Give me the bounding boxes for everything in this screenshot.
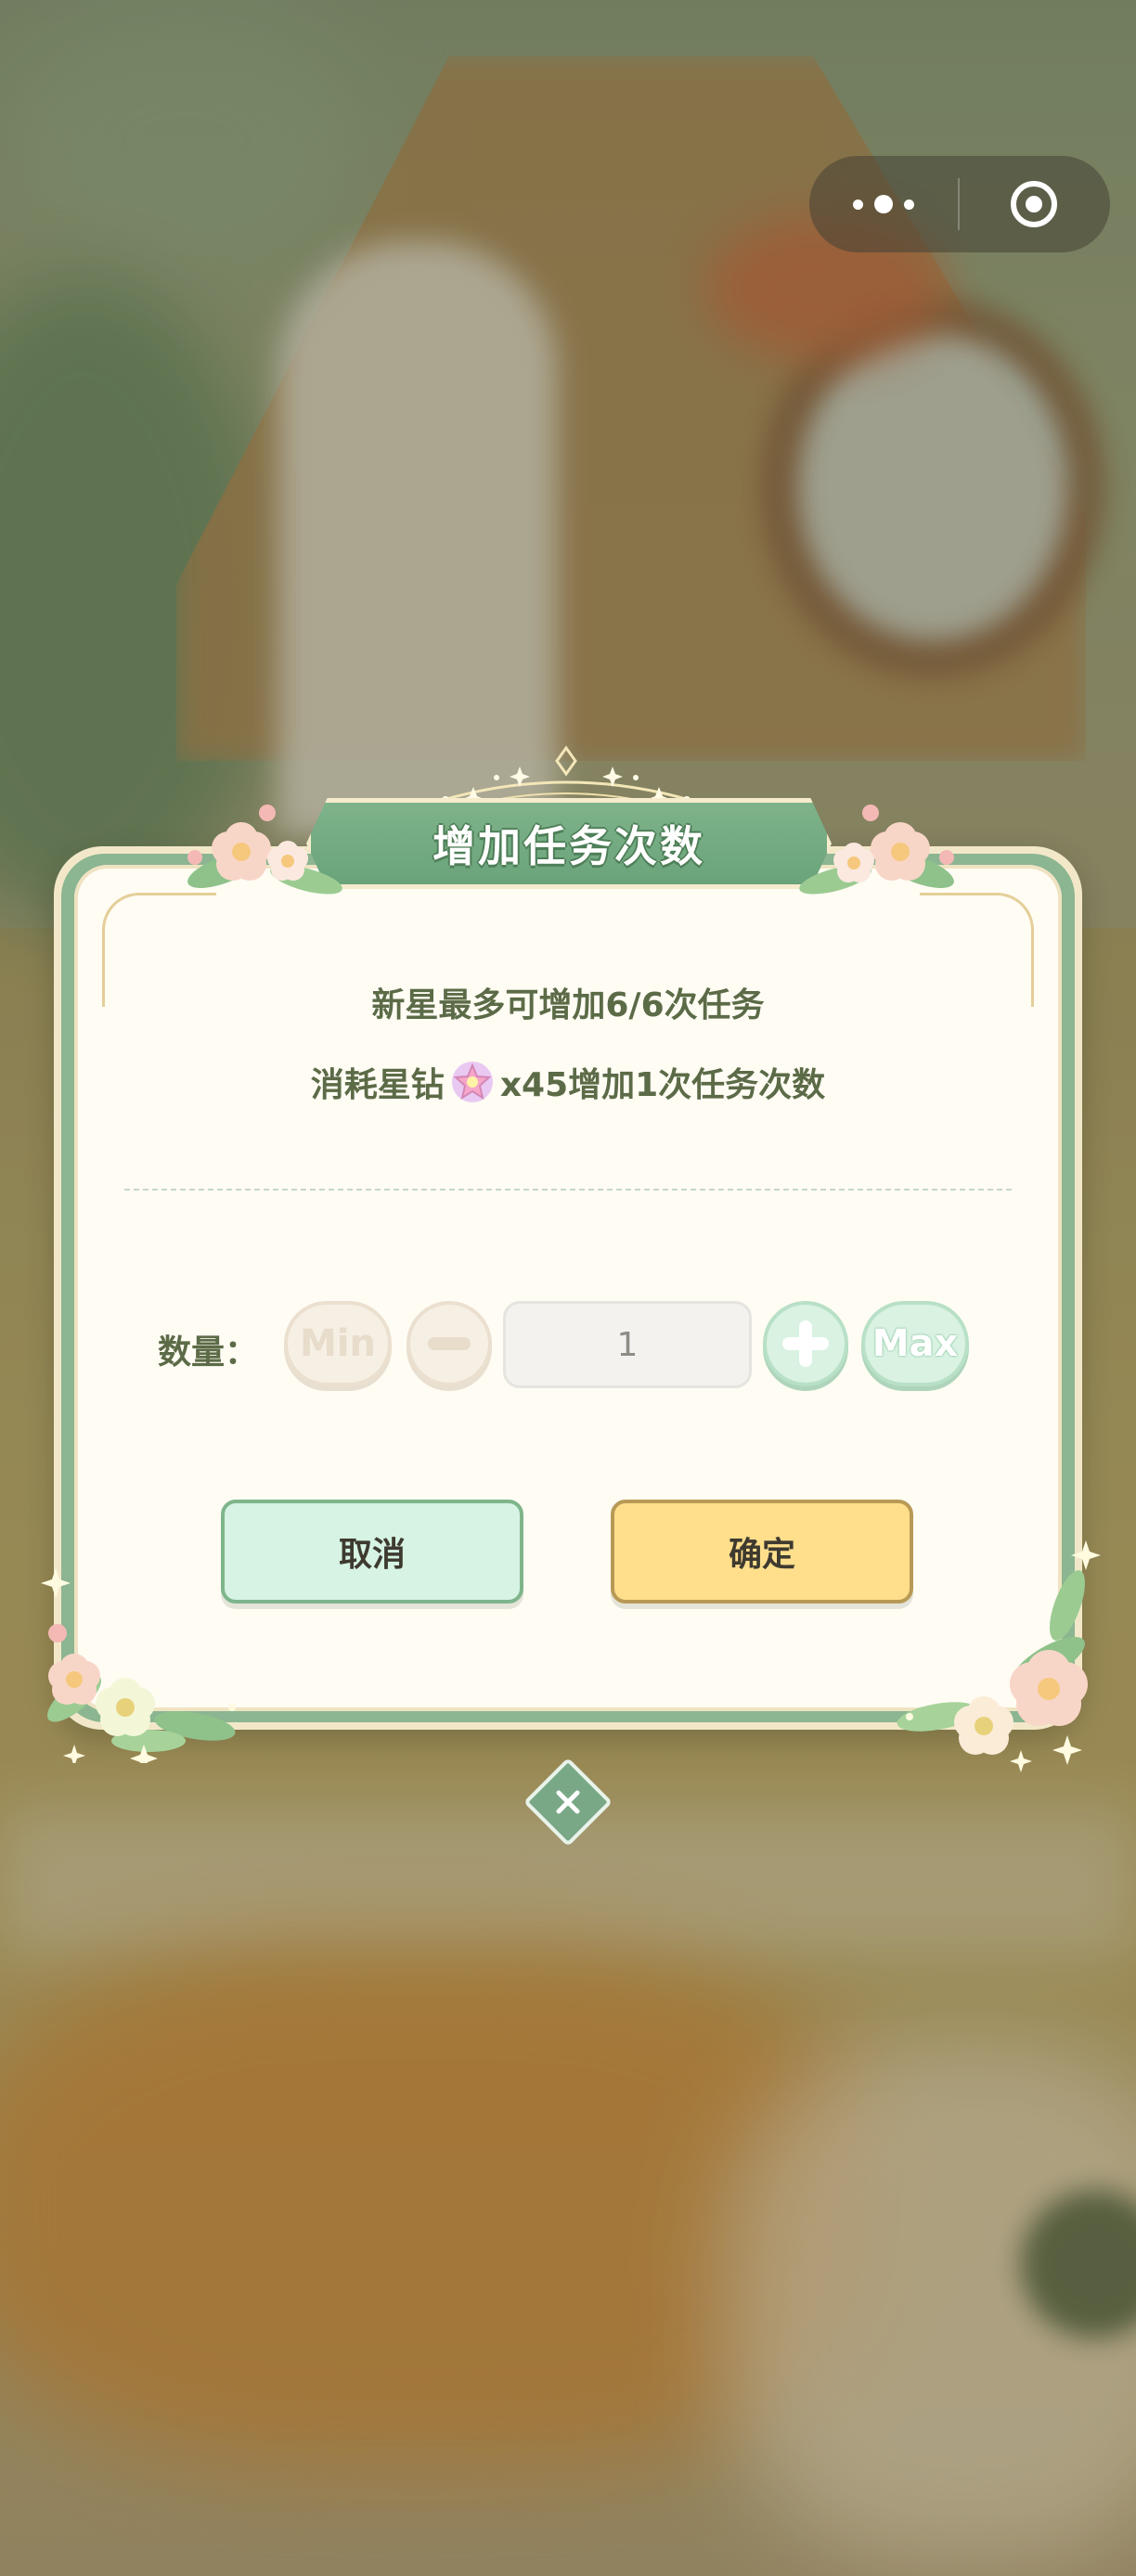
quantity-label: 数量： — [158, 1333, 259, 1372]
flower-decoration-bottom-right — [897, 1540, 1101, 1772]
close-icon[interactable] — [542, 1776, 594, 1828]
increase-button[interactable] — [763, 1301, 848, 1386]
dashed-divider — [124, 1189, 1012, 1191]
minus-icon — [428, 1337, 471, 1350]
target-icon[interactable] — [960, 156, 1108, 252]
more-dots-icon[interactable] — [809, 156, 958, 252]
task-limit-text: 新星最多可增加6/6次任务 — [371, 986, 765, 1024]
confirm-button-label: 确定 — [728, 1536, 795, 1574]
min-button[interactable]: Min — [284, 1301, 392, 1386]
cost-text: 消耗星钻 x45增加1次任务次数 — [0, 1058, 1136, 1106]
dialog-title: 增加任务次数 — [432, 821, 705, 871]
capsule-menu — [809, 156, 1110, 252]
star-gem-icon — [451, 1062, 493, 1102]
quantity-input[interactable]: 1 — [503, 1301, 752, 1388]
plus-icon — [782, 1320, 829, 1367]
max-button-label: Max — [871, 1322, 959, 1365]
flower-decoration-top-right — [799, 805, 954, 895]
confirm-button[interactable]: 确定 — [611, 1500, 913, 1604]
cancel-button[interactable]: 取消 — [221, 1500, 523, 1604]
max-button[interactable]: Max — [861, 1301, 969, 1386]
cost-prefix: 消耗星钻 — [310, 1066, 445, 1104]
min-button-label: Min — [300, 1322, 376, 1365]
flower-decoration-top-left — [187, 805, 342, 895]
flower-decoration-bottom-left — [41, 1568, 236, 1763]
game-screen: 增加任务次数 新星最多可增加6/6次任务 消耗星钻 x45增加1次任务次数 数量… — [0, 0, 1136, 2576]
decrease-button[interactable] — [407, 1301, 492, 1386]
dialog-title-banner: 增加任务次数 — [306, 798, 832, 889]
cost-suffix: x45增加1次任务次数 — [499, 1066, 826, 1104]
cancel-button-label: 取消 — [338, 1536, 406, 1574]
